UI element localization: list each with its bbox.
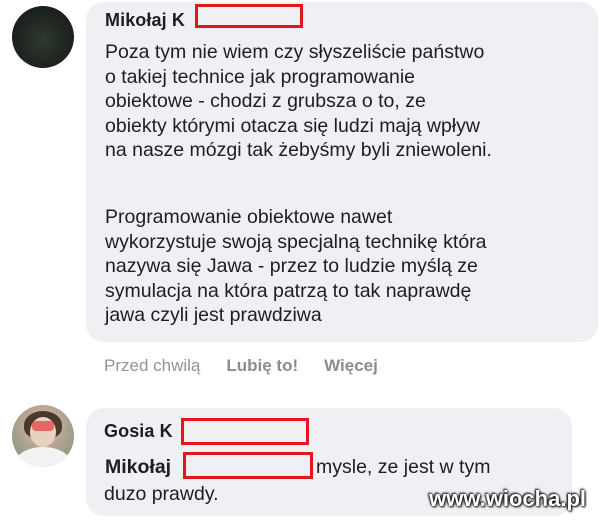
reply-author-name[interactable]: Gosia K — [104, 421, 173, 442]
more-button[interactable]: Więcej — [324, 356, 378, 375]
comment-text-paragraph-1: Poza tym nie wiem czy słyszeliście państ… — [105, 41, 492, 161]
comment-actions: Przed chwilą Lubię to! Więcej — [104, 356, 378, 376]
reply-text: mysle, ze jest w tym — [316, 456, 491, 478]
comment-text-paragraph-2: Programowanie obiektowe nawet wykorzystu… — [105, 206, 487, 326]
avatar-mikolaj[interactable] — [12, 6, 74, 68]
avatar-face-redaction — [32, 421, 54, 431]
avatar-gosia[interactable] — [12, 405, 74, 467]
redaction-box — [195, 4, 303, 28]
redaction-box — [183, 452, 313, 479]
watermark: www.wiocha.pl — [429, 486, 586, 511]
comment-timestamp[interactable]: Przed chwilą — [104, 356, 200, 375]
reply-text-line-2: duzo prawdy. — [104, 483, 219, 505]
reply-mention-tag[interactable]: Mikołaj — [105, 455, 171, 479]
like-button[interactable]: Lubię to! — [226, 356, 298, 375]
comment-author-name[interactable]: Mikołaj K — [105, 10, 185, 31]
avatar-shoulders — [16, 447, 70, 467]
redaction-box — [181, 418, 309, 445]
